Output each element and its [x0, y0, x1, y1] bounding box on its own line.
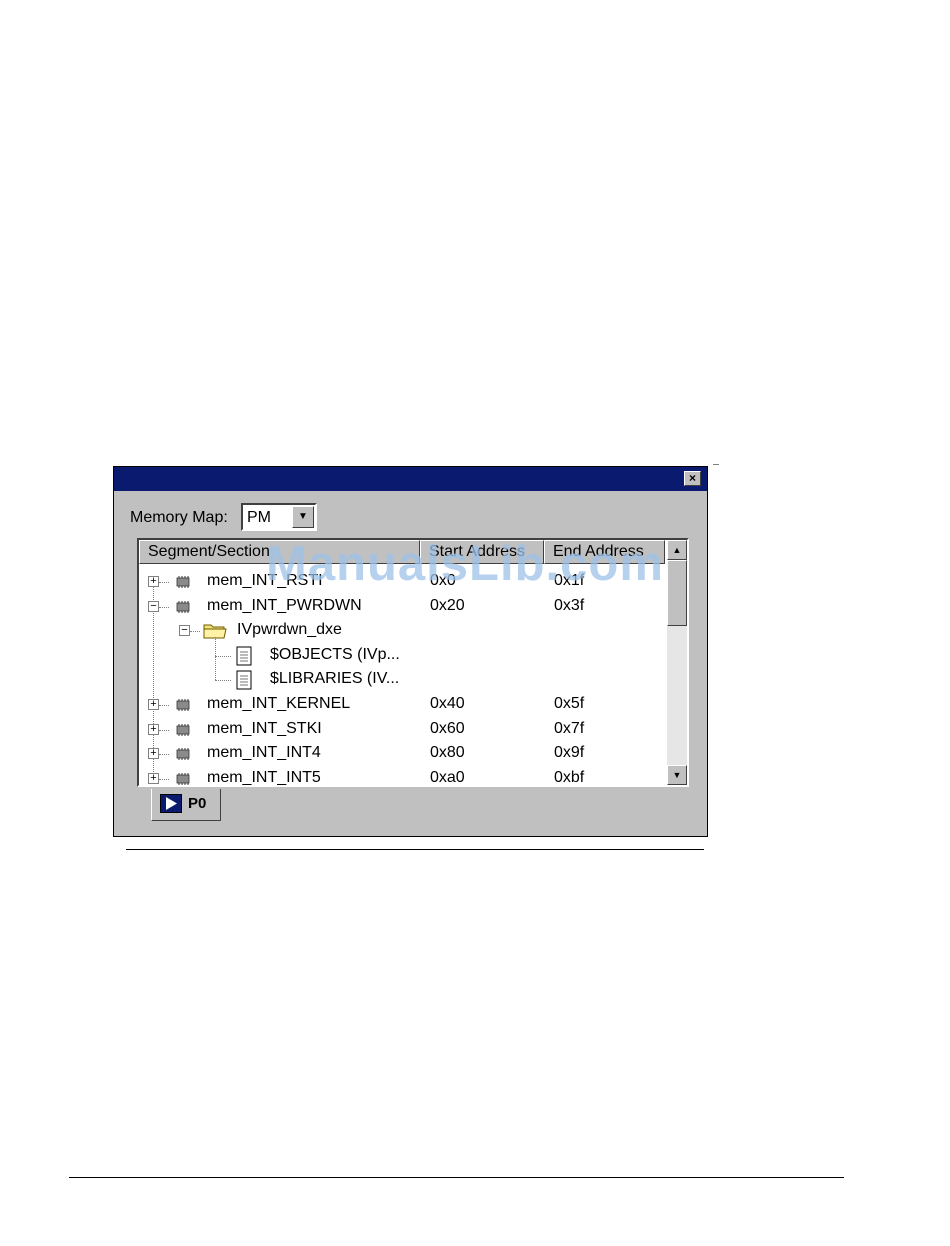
row-start-address: 0xa0	[430, 768, 465, 786]
row-end-address: 0x9f	[554, 744, 585, 762]
row-name: mem_INT_PWRDWN	[207, 596, 362, 614]
corner-mark	[713, 464, 719, 465]
document-icon	[236, 646, 252, 666]
row-name: mem_INT_INT5	[207, 768, 321, 786]
watermark: ManualsLib.com	[266, 537, 664, 591]
expand-icon[interactable]: +	[148, 723, 159, 735]
tree-row[interactable]: − IVpwrdwn_dxe	[139, 619, 665, 643]
tree-row[interactable]: + mem_INT_INT4 0x80 0x9f	[139, 742, 665, 766]
tab-label: P0	[188, 795, 207, 812]
scroll-thumb[interactable]	[667, 560, 687, 626]
title-bar[interactable]: ×	[114, 467, 707, 491]
expand-icon[interactable]: +	[148, 576, 159, 587]
chip-icon	[174, 723, 192, 736]
row-name: mem_INT_KERNEL	[207, 695, 351, 712]
memory-map-value: PM	[247, 509, 271, 526]
tree-connector	[215, 655, 231, 657]
row-name: $OBJECTS (IVp...	[270, 645, 400, 663]
close-button[interactable]: ×	[684, 471, 701, 486]
expand-icon[interactable]: +	[148, 772, 159, 784]
tree-connector	[159, 582, 169, 583]
tree-connector	[159, 705, 169, 706]
chip-icon	[174, 772, 192, 785]
row-end-address: 0x5f	[554, 695, 585, 712]
row-start-address: 0x80	[430, 744, 465, 762]
row-start-address: 0x60	[430, 719, 465, 737]
document-icon	[236, 670, 252, 690]
row-end-address: 0xbf	[554, 768, 585, 786]
tree-guide-line	[215, 637, 216, 681]
tree-connector	[159, 606, 169, 608]
play-icon	[160, 794, 182, 813]
tree-row[interactable]: + mem_INT_INT5 0xa0 0xbf	[139, 767, 665, 786]
chevron-down-icon[interactable]: ▼	[292, 506, 314, 528]
chip-icon	[174, 600, 192, 613]
expand-icon[interactable]: +	[148, 699, 159, 710]
row-end-address: 0x3f	[554, 596, 585, 614]
tab-p0[interactable]: P0	[151, 789, 221, 821]
row-name: mem_INT_STKI	[207, 719, 322, 737]
tree-row[interactable]: $OBJECTS (IVp...	[139, 644, 665, 668]
collapse-icon[interactable]: −	[179, 625, 190, 637]
tree-row[interactable]: $LIBRARIES (IV...	[139, 668, 665, 692]
row-name: IVpwrdwn_dxe	[237, 621, 342, 639]
row-start-address: 0x20	[430, 596, 465, 614]
vertical-scrollbar[interactable]: ▲ ▼	[667, 540, 687, 785]
tree-row[interactable]: + mem_INT_STKI 0x60 0x7f	[139, 718, 665, 742]
page-footer-rule	[69, 1177, 844, 1178]
tree-connector	[215, 680, 231, 682]
collapse-icon[interactable]: −	[148, 600, 159, 612]
scroll-down-button[interactable]: ▼	[667, 765, 687, 785]
tree-connector	[159, 729, 169, 731]
row-name: mem_INT_INT4	[207, 744, 321, 762]
tree-row[interactable]: + mem_INT_KERNEL 0x40 0x5f	[139, 693, 665, 717]
row-end-address: 0x7f	[554, 719, 585, 737]
chip-icon	[174, 747, 192, 761]
chip-icon	[174, 575, 192, 588]
scroll-up-button[interactable]: ▲	[667, 540, 687, 560]
chip-icon	[174, 698, 192, 711]
row-name: $LIBRARIES (IV...	[270, 670, 400, 688]
row-start-address: 0x40	[430, 695, 465, 712]
memory-map-select[interactable]: PM ▼	[241, 503, 317, 531]
memory-map-label: Memory Map:	[130, 509, 228, 526]
tree-connector	[190, 631, 200, 633]
tree-connector	[159, 754, 169, 756]
expand-icon[interactable]: +	[148, 748, 159, 760]
memory-map-window: × Memory Map: PM ▼ Segment/Section Start…	[113, 466, 708, 837]
close-icon: ×	[688, 471, 696, 485]
tree-row[interactable]: − mem_INT_PWRDWN 0x20 0x3f	[139, 595, 665, 619]
tree-connector	[159, 778, 169, 780]
divider-line	[126, 849, 704, 850]
